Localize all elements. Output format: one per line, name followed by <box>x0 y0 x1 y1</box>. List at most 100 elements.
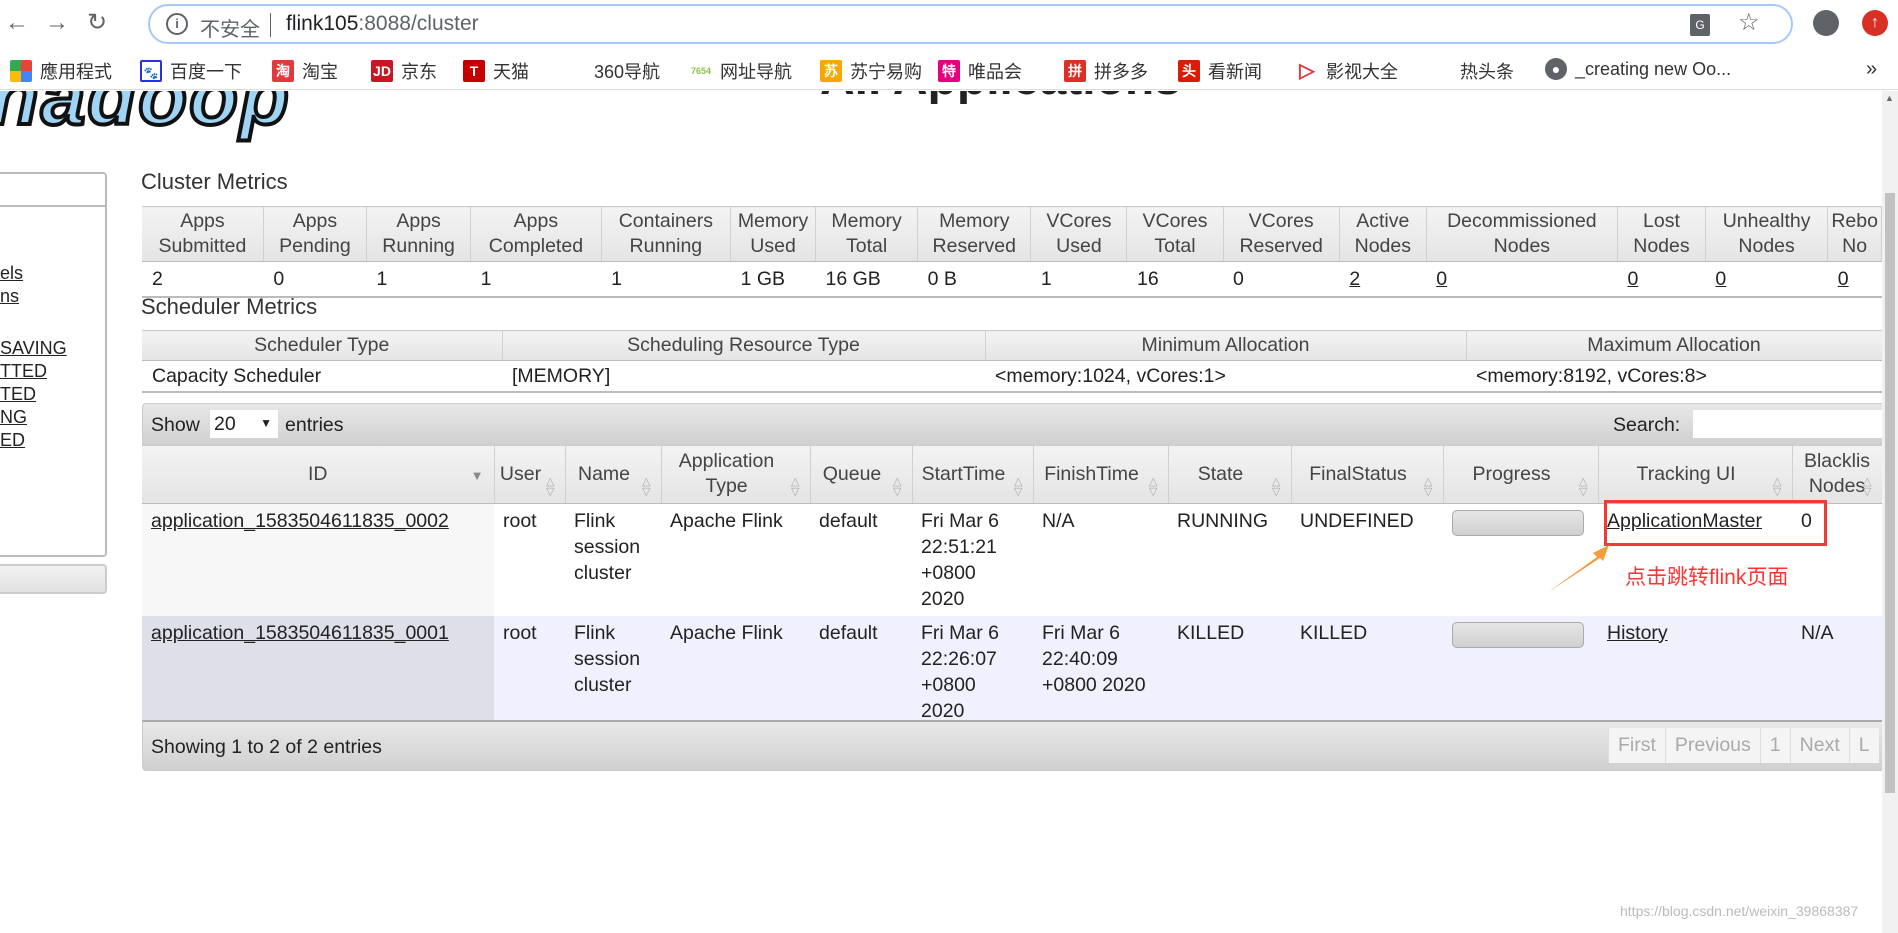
metric-value: 0 <box>1233 268 1244 290</box>
sidebar-link[interactable]: TED <box>0 384 36 405</box>
back-icon[interactable]: ← <box>2 8 32 38</box>
annotation-text: 点击跳转flink页面 <box>1625 566 1789 589</box>
metric-cell: 1 <box>1030 261 1127 298</box>
url-text[interactable]: flink105:8088/cluster <box>286 12 479 36</box>
sortable-column-header[interactable]: ID ▼ <box>142 446 495 504</box>
taobao-icon: 淘 <box>272 60 294 82</box>
scrollbar-thumb[interactable] <box>1885 193 1895 793</box>
sortable-column-header[interactable]: Blacklis Nodes △ ▽ <box>1792 446 1882 504</box>
translate-icon[interactable]: G <box>1690 14 1710 36</box>
info-icon[interactable]: i <box>166 13 188 35</box>
tracking-ui-link[interactable]: History <box>1607 622 1668 644</box>
sort-icon: △ ▽ <box>1863 475 1872 498</box>
finish-value: N/A <box>1042 509 1075 532</box>
scheduler-row: Capacity Scheduler [MEMORY] <memory:1024, … <box>142 360 1882 393</box>
start-value: Fri Mar 6 22:26:07 +0800 2020 <box>921 621 999 722</box>
sidebar-link[interactable]: TTED <box>0 361 47 382</box>
bookmark-item[interactable]: 热头条 <box>1460 58 1514 84</box>
metric-cell: 0 B <box>917 261 1031 298</box>
metric-cell: 2 <box>142 261 264 298</box>
queue-value: default <box>819 509 878 532</box>
bookmark-item[interactable]: ▷ 影视大全 <box>1296 58 1398 84</box>
pager-button[interactable]: First <box>1608 728 1665 763</box>
final-value: UNDEFINED <box>1300 509 1414 532</box>
address-bar[interactable]: i 不安全 flink105:8088/cluster G ☆ <box>148 4 1793 44</box>
bookmark-item[interactable]: 淘淘宝 <box>272 58 338 84</box>
update-icon[interactable]: ↑ <box>1862 10 1888 36</box>
bookmark-item[interactable]: 360导航 <box>594 58 660 84</box>
metric-link[interactable]: 0 <box>1436 268 1447 290</box>
sortable-column-header[interactable]: Name △ ▽ <box>565 446 662 504</box>
metric-link[interactable]: 2 <box>1349 268 1360 290</box>
metric-cell: 1 <box>366 261 471 298</box>
bookmark-item[interactable]: 🐾 百度一下 <box>140 58 242 84</box>
sidebar-link[interactable]: NG <box>0 407 27 428</box>
bookmark-label: 拼多多 <box>1094 62 1148 82</box>
cell-name: Flink session cluster <box>565 616 661 728</box>
pager-button[interactable]: Previous <box>1664 728 1760 763</box>
pager-button[interactable]: L <box>1848 728 1879 763</box>
bookmark-label: 唯品会 <box>968 62 1022 82</box>
forward-icon[interactable]: → <box>42 8 72 38</box>
sortable-column-header[interactable]: Queue △ ▽ <box>810 446 913 504</box>
column-header: Maximum Allocation <box>1466 330 1882 361</box>
metric-cell: 2 <box>1339 261 1427 298</box>
sidebar-link[interactable]: ED <box>0 430 25 451</box>
application-id-link[interactable]: application_1583504611835_0001 <box>151 622 449 644</box>
vertical-scrollbar[interactable]: ▲ <box>1882 91 1898 933</box>
search-input[interactable] <box>1693 410 1882 438</box>
scheduler-cell: <memory:1024, vCores:1> <box>985 360 1466 393</box>
scheduler-cell: [MEMORY] <box>502 360 985 393</box>
page-size-select[interactable]: 20 ▼ <box>210 410 278 438</box>
column-header: Apps Pending <box>263 206 368 262</box>
reload-icon[interactable]: ↻ <box>82 8 112 38</box>
bookmark-label: 百度一下 <box>170 62 242 82</box>
more-bookmarks-icon[interactable]: » <box>1866 58 1877 81</box>
scroll-up-icon[interactable]: ▲ <box>1885 93 1894 103</box>
bookmark-item[interactable]: 7654 网址导航 <box>690 58 792 84</box>
sortable-column-header[interactable]: Tracking UI △ ▽ <box>1598 446 1793 504</box>
bookmark-item[interactable]: 苏苏宁易购 <box>820 58 922 84</box>
bookmark-item[interactable]: 头看新闻 <box>1178 58 1262 84</box>
sidebar-link[interactable]: ns <box>0 286 19 307</box>
pager-button[interactable]: Next <box>1789 728 1849 763</box>
metric-link[interactable]: 0 <box>1715 268 1726 290</box>
entries-label: entries <box>285 414 344 436</box>
browser-toolbar: ← → ↻ i 不安全 flink105:8088/cluster G ☆ ↑ <box>0 0 1898 48</box>
sortable-column-header[interactable]: FinishTime △ ▽ <box>1033 446 1169 504</box>
metric-cell: 1 <box>470 261 602 298</box>
sortable-column-header[interactable]: State △ ▽ <box>1168 446 1292 504</box>
sort-icon: △ ▽ <box>893 475 902 498</box>
application-id-link[interactable]: application_1583504611835_0002 <box>151 510 449 532</box>
suning-icon: 苏 <box>820 60 842 82</box>
bookmark-label: 热头条 <box>1460 62 1514 82</box>
sortable-column-header[interactable]: Progress △ ▽ <box>1443 446 1599 504</box>
pager-button[interactable]: 1 <box>1759 728 1790 763</box>
metric-link[interactable]: 0 <box>1627 268 1638 290</box>
scheduler-metrics-title: Scheduler Metrics <box>141 294 318 319</box>
cell-state: RUNNING <box>1168 503 1291 616</box>
column-header-label: Queue <box>822 462 882 485</box>
bookmark-item[interactable]: JD 京东 <box>371 58 437 84</box>
metric-value: 16 GB <box>825 268 881 290</box>
url-path: :8088/cluster <box>358 12 479 35</box>
start-value: Fri Mar 6 22:51:21 +0800 2020 <box>921 509 999 610</box>
bookmark-item[interactable]: ● _creating new Oo... <box>1545 58 1731 80</box>
sidebar-link[interactable]: SAVING <box>0 338 67 359</box>
profile-icon[interactable] <box>1813 10 1839 36</box>
column-header: VCores Reserved <box>1223 206 1340 262</box>
sortable-column-header[interactable]: FinalStatus △ ▽ <box>1291 446 1444 504</box>
cell-name: Flink session cluster <box>565 503 661 616</box>
bookmark-item[interactable]: 特唯品会 <box>938 58 1022 84</box>
bookmark-item[interactable]: 拼拼多多 <box>1064 58 1148 84</box>
sidebar-link[interactable]: els <box>0 263 23 284</box>
star-icon[interactable]: ☆ <box>1738 8 1760 37</box>
header-row: Apps Submitted Apps Pending Apps Running Ap… <box>142 206 1882 262</box>
metric-link[interactable]: 0 <box>1838 268 1849 290</box>
bookmark-item[interactable]: 應用程式 <box>10 58 112 84</box>
sortable-column-header[interactable]: StartTime △ ▽ <box>912 446 1034 504</box>
sidebar-tools-header[interactable] <box>0 564 107 594</box>
sortable-column-header[interactable]: User △ ▽ <box>494 446 566 504</box>
bookmark-item[interactable]: T 天猫 <box>463 58 529 84</box>
sortable-column-header[interactable]: Application Type △ ▽ <box>661 446 811 504</box>
